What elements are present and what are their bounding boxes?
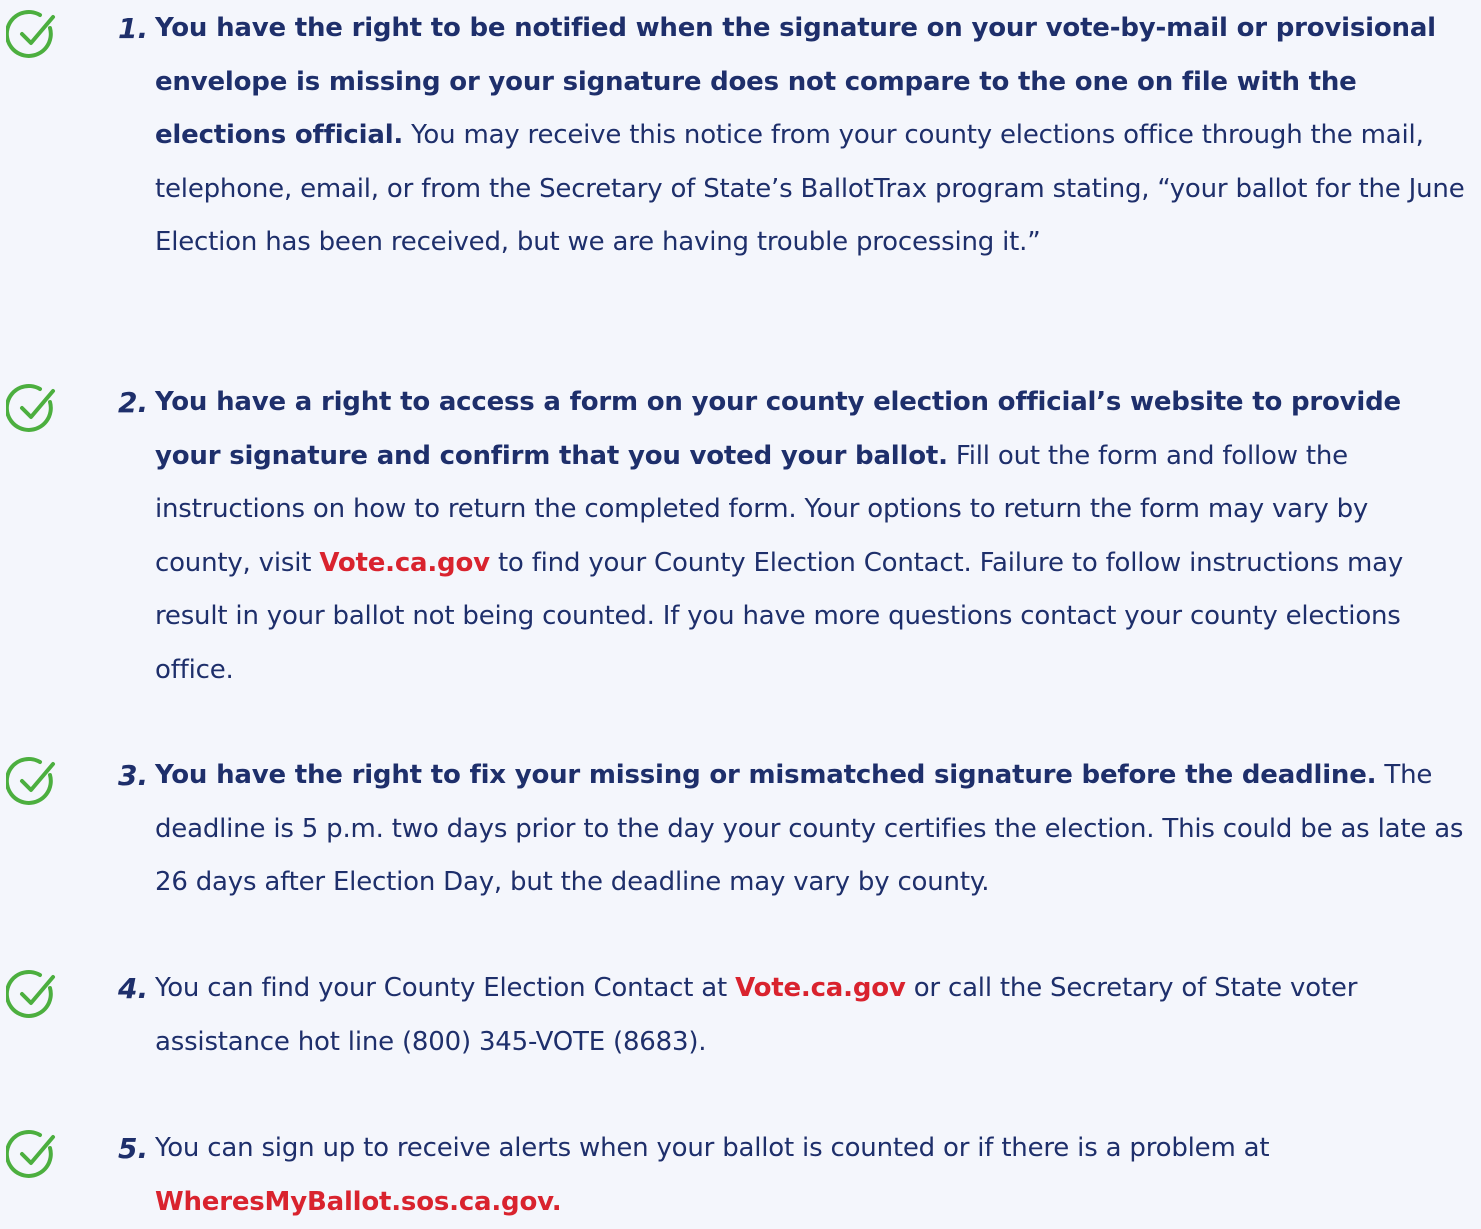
item-text: You have a right to access a form on you… (155, 376, 1469, 697)
wheresmyballot-link[interactable]: WheresMyBallot.sos.ca.gov. (155, 1187, 562, 1217)
check-circle-icon (6, 1128, 60, 1182)
check-circle-icon (6, 382, 60, 436)
item-text: You have the right to be notified when t… (155, 2, 1469, 270)
item-text: You have the right to fix your missing o… (155, 749, 1469, 910)
item-heading: You have the right to fix your missing o… (155, 760, 1377, 790)
item-text: You can sign up to receive alerts when y… (155, 1122, 1469, 1229)
item-number: 1. (118, 12, 149, 45)
item-number: 2. (118, 386, 149, 419)
vote-ca-gov-link[interactable]: Vote.ca.gov (735, 973, 906, 1003)
item-number: 4. (118, 972, 149, 1005)
item-body: You can find your County Election Contac… (155, 973, 736, 1003)
voter-rights-list: 1. You have the right to be notified whe… (0, 0, 1481, 1218)
item-text: You can find your County Election Contac… (155, 962, 1469, 1069)
check-circle-icon (6, 8, 60, 62)
vote-ca-gov-link[interactable]: Vote.ca.gov (319, 548, 490, 578)
item-number: 3. (118, 759, 149, 792)
check-circle-icon (6, 755, 60, 809)
item-body: You can sign up to receive alerts when y… (155, 1133, 1270, 1163)
check-circle-icon (6, 968, 60, 1022)
item-number: 5. (118, 1132, 149, 1165)
